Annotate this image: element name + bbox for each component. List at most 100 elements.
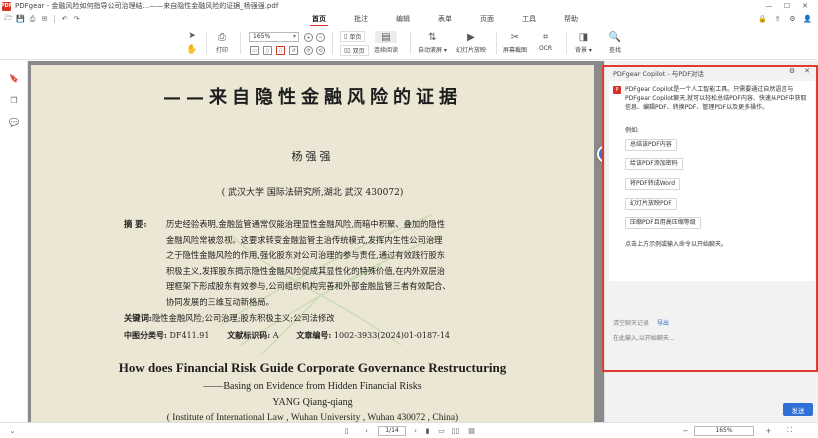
tab-edit[interactable]: 编辑 [382,12,424,26]
divider [332,32,333,54]
copilot-settings-icon[interactable]: ⚙ [788,67,796,75]
maximize-button[interactable]: ☐ [778,0,796,12]
next-page-icon[interactable]: › [411,426,420,435]
example-button[interactable]: 幻灯片放映PDF [625,198,677,210]
search-icon: 🔍 [608,31,622,43]
print-icon[interactable]: ⎙ [28,15,37,24]
close-button[interactable]: ✕ [796,0,814,12]
divider [496,32,497,54]
zoom-select[interactable]: 165% ▾ [249,32,299,42]
keywords-label: 关键词: [124,313,152,323]
rotate-icon[interactable]: ⟳ [304,46,313,55]
settings-icon[interactable]: ⚙ [788,15,797,24]
save-icon[interactable]: 💾 [16,15,25,24]
bookmark-icon[interactable]: 🔖 [9,73,19,83]
menu-row: 🗁 💾 ⎙ ✉ ↶ ↷ 首页 批注 编辑 表单 页面 工具 帮助 🔒 ⇪ ⚙ 👤 [0,12,818,26]
double-view-icon[interactable]: ▯▯ [451,426,460,435]
fit-width-icon[interactable]: ▯ [263,46,272,55]
hand-tool[interactable]: ✋ [186,44,198,56]
divider [206,32,207,54]
quick-access: 🗁 💾 ⎙ ✉ ↶ ↷ [4,14,81,24]
double-page-label: 双页 [352,48,365,55]
abstract-line: 积极主义,发挥股东揭示隐性金融风险促成其显性化的特殊价值,在内外双层治 [166,265,446,276]
copilot-intro: PDFgear Copilot是一个人工智能工具。只需要通过自然语言与PDFge… [625,86,807,111]
ocr-button[interactable]: ⌗ OCR [539,31,552,53]
print-label: 打印 [216,47,229,54]
background-label: 背景 ▾ [575,47,592,54]
user-icon[interactable]: 👤 [803,15,812,24]
auto-scroll-button[interactable]: ⇅ 自动滚屏 ▾ [418,31,447,55]
actual-size-icon[interactable]: ▯ [276,46,285,55]
zoom-in-icon[interactable]: + [304,33,313,42]
print-button[interactable]: ⎙ 打印 [216,31,229,55]
lock-icon[interactable]: 🔒 [758,15,767,24]
tab-annotate[interactable]: 批注 [340,12,382,26]
example-button[interactable]: 给该PDF添加密码 [625,158,683,170]
background-button[interactable]: ◨ 背景 ▾ [575,31,592,55]
single-page-icon: ▯ [344,33,348,40]
tab-tools[interactable]: 工具 [508,12,550,26]
chat-input[interactable] [613,331,813,345]
tab-help[interactable]: 帮助 [550,12,592,26]
slideshow-label: 幻灯片放映 [456,47,487,54]
abstract-line: 历史经验表明,金融监管通常仅能治理显性金融风险,而暗中积聚、叠加的隐性 [166,219,446,229]
minimize-button[interactable]: — [760,0,778,12]
page-number-input[interactable]: 1/14 [378,426,406,436]
fit-icon[interactable]: ⛶ [785,426,794,435]
code-label: 文献标识码: [227,330,271,340]
reset-icon[interactable]: ⟲ [316,46,325,55]
mail-icon[interactable]: ✉ [40,15,49,24]
select-tool[interactable]: ➤ [186,30,198,42]
abstract-label: 摘 要: [124,219,147,229]
zoom-out-icon[interactable]: − [681,426,690,435]
example-button[interactable]: 压缩PDF且用高压缩等级 [625,217,701,229]
last-page-icon[interactable]: ▮ [423,426,432,435]
menu-tabs: 首页 批注 编辑 表单 页面 工具 帮助 [298,12,592,26]
zoom-out-icon[interactable]: − [316,33,325,42]
first-page-icon[interactable]: ▯ [342,426,351,435]
redo-icon[interactable]: ↷ [72,15,81,24]
left-sidebar: 🔖 ❐ 💬 [0,61,28,422]
scroll-view-icon[interactable]: ▤ [467,426,476,435]
search-button[interactable]: 🔍 查找 [608,31,622,55]
clear-history-link[interactable]: 清空聊天记录 [613,318,649,327]
single-page-button[interactable]: ▯ 单页 [340,31,366,42]
prev-page-icon[interactable]: ‹ [362,426,371,435]
double-page-button[interactable]: ▯▯ 双页 [340,45,369,56]
tab-form[interactable]: 表单 [424,12,466,26]
ocr-icon: ⌗ [542,31,549,43]
abstract-line: 理框架下形成股东有效参与,公司组织机构完善和外部金融监管三者有效配合、 [166,281,451,292]
export-link[interactable]: 导出 [657,318,669,327]
screenshot-button[interactable]: ✂ 屏幕截图 [503,31,527,55]
example-button[interactable]: 总结该PDF内容 [625,139,677,151]
example-button[interactable]: 将PDF转成Word [625,178,681,190]
auto-scroll-icon: ⇅ [428,31,437,43]
slideshow-button[interactable]: ▶ 幻灯片放映 [456,31,487,55]
fit-page-icon[interactable]: ▭ [250,46,259,55]
share-icon[interactable]: ⇪ [773,15,782,24]
document-viewport[interactable]: ——来自隐性金融风险的证据 杨强强 ( 武汉大学 国际法研究所,湖北 武汉 43… [28,61,604,422]
tab-page[interactable]: 页面 [466,12,508,26]
send-button[interactable]: 发送 [783,403,813,416]
rotate-left-icon[interactable]: ↺ [289,46,298,55]
printer-icon: ⎙ [218,31,226,43]
comments-icon[interactable]: 💬 [9,117,19,127]
hand-icon: ✋ [186,45,198,55]
undo-icon[interactable]: ↶ [60,15,69,24]
status-bar: ⌄ ▯ ‹ 1/14 › ▮ ▭ ▯▯ ▤ − 165% + ⛶ [0,422,818,438]
keywords-line: 关键词:隐性金融风险;公司治理;股东积极主义;公司法修改 [124,312,564,324]
open-folder-icon[interactable]: 🗁 [4,14,13,24]
zoom-field[interactable]: 165% [694,426,754,436]
continuous-read-button[interactable]: ▤ 连续阅读 [374,31,398,54]
classification-line: 中图分类号: DF411.91 文献标识码: A 文章编号: 1002-3933… [124,330,564,341]
english-title: How does Financial Risk Guide Corporate … [118,360,507,375]
single-view-icon[interactable]: ▭ [437,426,446,435]
abstract-body: 历史经验表明,金融监管通常仅能治理显性金融风险,而暗中积聚、叠加的隐性 金融风险… [166,217,562,311]
zoom-in-icon[interactable]: + [764,426,773,435]
tab-home[interactable]: 首页 [298,12,340,26]
copilot-actions: 清空聊天记录 导出 [613,318,669,327]
chevron-down-icon[interactable]: ⌄ [8,426,17,435]
thumbnails-icon[interactable]: ❐ [9,95,19,105]
document-author: 杨强强 [291,150,334,163]
close-icon[interactable]: ✕ [803,67,811,75]
